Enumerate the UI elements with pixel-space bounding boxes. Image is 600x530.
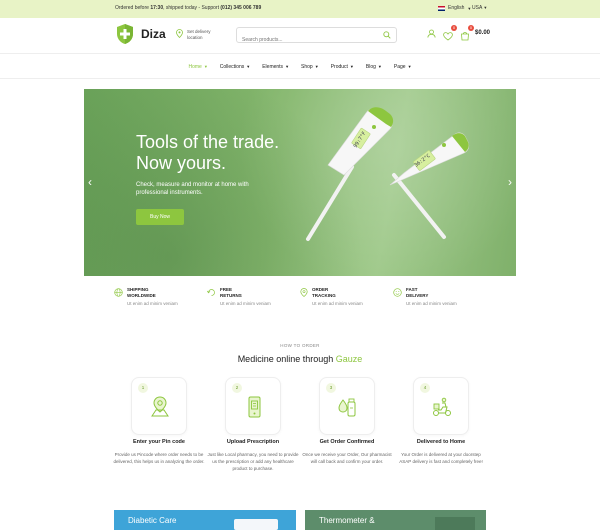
step-card: 4 — [413, 377, 469, 435]
section-title: Medicine online through Gauze — [237, 354, 363, 364]
nav-item-collections[interactable]: Collections ▼ — [220, 64, 250, 70]
hero-subtitle: Check, measure and monitor at home with … — [136, 182, 249, 196]
buy-now-button[interactable]: Buy Now — [136, 209, 184, 225]
caret-down-icon: ▼ — [349, 64, 354, 69]
nav-item-home[interactable]: Home ▼ — [188, 64, 207, 70]
nav-item-shop[interactable]: Shop ▼ — [301, 64, 319, 70]
globe-icon — [114, 288, 123, 297]
logo-text[interactable]: Diza — [141, 27, 166, 41]
thermometer-1: 99:7°F — [306, 107, 394, 241]
return-icon — [207, 289, 215, 296]
search-input[interactable] — [237, 33, 377, 47]
shopping-bag-icon — [461, 32, 469, 41]
caret-down-icon: ▼ — [246, 64, 251, 69]
cart-total[interactable]: $0.00 — [475, 30, 490, 36]
step-card: 1 — [131, 377, 187, 435]
feature-delivery: FAST DELIVERY Ut enim ad minim veniam — [393, 287, 486, 313]
step-order-confirmed: 3 Get Order Confirmed Once we receive yo… — [301, 377, 393, 472]
caret-down-icon: ▼ — [203, 64, 208, 69]
location-pin-icon — [176, 29, 183, 38]
uk-flag-icon — [438, 5, 445, 11]
step-card: 3 — [319, 377, 375, 435]
step-upload-prescription: 2 Upload Prescription Just like Local ph… — [207, 377, 299, 472]
thermometer-2: 36:2°C — [389, 132, 470, 239]
nav-item-page[interactable]: Page ▼ — [394, 64, 412, 70]
order-steps: 1 Enter your Pin code Provide us Pincode… — [113, 377, 487, 472]
support-phone[interactable]: (012) 345 006 789 — [220, 5, 261, 11]
caret-down-icon: ▼ — [377, 64, 382, 69]
location-pin-icon — [300, 288, 308, 297]
language-selector[interactable]: English ▼ — [438, 5, 471, 11]
nav-item-blog[interactable]: Blog ▼ — [366, 64, 382, 70]
main-nav: Home ▼ Collections ▼ Elements ▼ Shop ▼ Produ… — [0, 55, 600, 79]
cart-button[interactable]: 0 — [460, 25, 474, 41]
prescription-phone-icon — [248, 396, 261, 418]
chevron-right-icon[interactable]: › — [508, 175, 512, 189]
delivery-location[interactable]: Set delivery location — [176, 29, 211, 41]
delivery-scooter-icon — [433, 397, 451, 416]
banner-thermometer[interactable]: Thermometer & — [305, 510, 486, 530]
top-bar: Ordered before 17:30, shipped today - Su… — [0, 0, 600, 18]
chevron-left-icon[interactable]: ‹ — [88, 175, 92, 189]
shield-cross-logo-icon[interactable] — [116, 23, 134, 45]
user-icon[interactable] — [427, 29, 436, 38]
caret-down-icon: ▼ — [483, 5, 488, 10]
hero-title: Tools of the trade. Now yours. — [136, 132, 280, 173]
wishlist-count-badge: 0 — [451, 25, 457, 31]
caret-down-icon: ▼ — [467, 5, 472, 11]
caret-down-icon: ▼ — [407, 64, 412, 69]
hero-slider: Tools of the trade. Now yours. Check, mea… — [84, 89, 516, 276]
thermometer-product-image — [435, 517, 475, 530]
glucose-meter-image — [234, 519, 278, 530]
shipping-message: Ordered before 17:30, shipped today - Su… — [115, 5, 262, 11]
feature-tracking: ORDER TRACKING Ut enim ad minim veniam — [300, 287, 393, 313]
currency-selector[interactable]: USA ▼ — [472, 5, 487, 11]
search-icon[interactable] — [383, 31, 391, 39]
feature-returns: FREE RETURNS Ut enim ad minim veniam — [207, 287, 300, 313]
map-pin-icon — [151, 396, 169, 417]
nav-item-product[interactable]: Product ▼ — [331, 64, 354, 70]
heart-icon — [443, 32, 453, 41]
caret-down-icon: ▼ — [285, 64, 290, 69]
step-card: 2 — [225, 377, 281, 435]
search-box — [236, 27, 397, 47]
wishlist-button[interactable]: 0 — [443, 25, 457, 41]
step-pin-code: 1 Enter your Pin code Provide us Pincode… — [113, 377, 205, 472]
medicine-drop-icon — [338, 398, 356, 417]
section-eyebrow: HOW TO ORDER — [280, 343, 320, 348]
step-delivered: 4 Delivered to Home Your Order is delive… — [395, 377, 487, 472]
features-bar: SHIPPING WORLDWIDE Ut enim ad minim venia… — [114, 287, 486, 313]
cart-count-badge: 0 — [468, 25, 474, 31]
header-actions: 0 0 $0.00 — [427, 25, 490, 41]
nav-item-elements[interactable]: Elements ▼ — [262, 64, 289, 70]
caret-down-icon: ▼ — [314, 64, 319, 69]
smile-icon — [393, 288, 402, 297]
site-header: Diza Set deliverylocation 0 — [0, 18, 600, 54]
banner-diabetic-care[interactable]: Diabetic Care — [114, 510, 296, 530]
feature-shipping: SHIPPING WORLDWIDE Ut enim ad minim venia… — [114, 287, 207, 313]
thermometers-image: 99:7°F 36:2°C — [306, 107, 470, 241]
